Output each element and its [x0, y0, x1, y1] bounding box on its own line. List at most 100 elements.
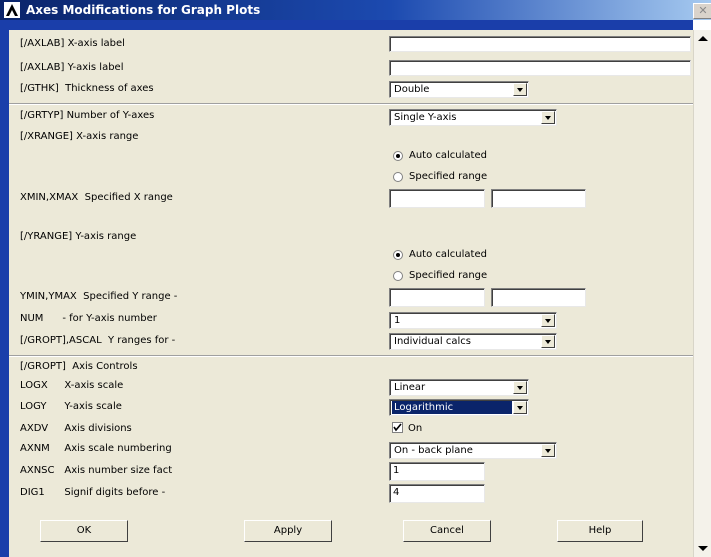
- y-specified-range-label: Specified range: [409, 270, 488, 281]
- y-specified-range-radio[interactable]: [393, 271, 403, 281]
- logy-text: Y-axis scale: [64, 401, 122, 412]
- y-ranges-for-dropdown[interactable]: Individual calcs: [389, 333, 557, 350]
- y-auto-calculated-label: Auto calculated: [409, 249, 487, 260]
- axlab-y-code: [/AXLAB]: [20, 62, 65, 73]
- yminmax-label: YMIN,YMAX Specified Y range -: [20, 291, 177, 302]
- yrange-label: [/YRANGE] Y-axis range: [20, 231, 136, 242]
- xmax-input[interactable]: [491, 189, 586, 208]
- gropt-ascal-text: Y ranges for -: [108, 335, 176, 346]
- checkmark-icon: [393, 423, 402, 432]
- xminmax-code: XMIN,XMAX: [20, 192, 79, 203]
- window-frame-top: [9, 20, 693, 30]
- grtyp-label: [/GRTYP] Number of Y-axes: [20, 110, 154, 121]
- chevron-down-icon[interactable]: [541, 444, 555, 457]
- yrange-text: Y-axis range: [75, 231, 137, 242]
- gthk-code: [/GTHK]: [20, 83, 59, 94]
- gropt-ascal-label: [/GROPT],ASCAL Y ranges for -: [20, 335, 175, 346]
- chevron-down-icon[interactable]: [541, 111, 555, 124]
- thickness-value: Double: [394, 84, 430, 95]
- close-icon[interactable]: ✕: [693, 3, 711, 19]
- grtyp-text: Number of Y-axes: [66, 110, 155, 121]
- dig1-code: DIG1: [20, 487, 45, 498]
- xminmax-label: XMIN,XMAX Specified X range: [20, 192, 173, 203]
- gthk-label: [/GTHK] Thickness of axes: [20, 83, 154, 94]
- grtyp-code: [/GRTYP]: [20, 110, 64, 121]
- num-label: NUM - for Y-axis number: [20, 313, 157, 324]
- window-frame-left: [0, 20, 9, 557]
- xrange-text: X-axis range: [76, 131, 139, 142]
- axis-divisions-on-label: On: [408, 423, 423, 434]
- yrange-code: [/YRANGE]: [20, 231, 73, 242]
- num-code: NUM: [20, 313, 44, 324]
- axnsc-code: AXNSC: [20, 465, 55, 476]
- y-ranges-for-value: Individual calcs: [394, 336, 471, 347]
- gropt-axis-controls-header: [/GROPT] Axis Controls: [20, 361, 138, 372]
- chevron-down-icon[interactable]: [541, 335, 555, 348]
- axnm-label: AXNM Axis scale numbering: [20, 443, 172, 454]
- help-button[interactable]: Help: [557, 520, 643, 542]
- logx-code: LOGX: [20, 380, 48, 391]
- window-title: Axes Modifications for Graph Plots: [26, 3, 261, 17]
- axlab-y-label: [/AXLAB] Y-axis label: [20, 62, 124, 73]
- y-axis-scale-value: Logarithmic: [392, 401, 512, 414]
- y-axis-number-dropdown[interactable]: 1: [389, 312, 557, 329]
- gropt-header-text: Axis Controls: [72, 361, 138, 372]
- y-axis-label-input[interactable]: [389, 60, 691, 76]
- axnm-code: AXNM: [20, 443, 50, 454]
- y-axis-scale-dropdown[interactable]: Logarithmic: [389, 399, 529, 416]
- cancel-button[interactable]: Cancel: [403, 520, 491, 542]
- axis-number-size-input[interactable]: 1: [389, 462, 485, 481]
- chevron-down-icon[interactable]: [541, 314, 555, 327]
- number-of-y-axes-dropdown[interactable]: Single Y-axis: [389, 109, 557, 126]
- separator: [9, 355, 693, 357]
- ymax-input[interactable]: [491, 288, 586, 307]
- gropt-ascal-code: [/GROPT],ASCAL: [20, 335, 102, 346]
- axnsc-label: AXNSC Axis number size fact: [20, 465, 172, 476]
- axlab-x-text: X-axis label: [67, 38, 125, 49]
- xrange-label: [/XRANGE] X-axis range: [20, 131, 138, 142]
- xminmax-text: Specified X range: [84, 192, 173, 203]
- ok-button[interactable]: OK: [40, 520, 128, 542]
- logy-code: LOGY: [20, 401, 47, 412]
- signif-digits-input[interactable]: 4: [389, 484, 485, 503]
- x-auto-calculated-label: Auto calculated: [409, 150, 487, 161]
- ansys-logo-icon: [4, 2, 20, 18]
- axnsc-text: Axis number size fact: [64, 465, 173, 476]
- x-auto-calculated-radio[interactable]: [393, 151, 403, 161]
- axlab-x-code: [/AXLAB]: [20, 38, 65, 49]
- y-auto-calculated-radio[interactable]: [393, 250, 403, 260]
- chevron-down-icon[interactable]: [513, 401, 527, 414]
- number-of-y-axes-value: Single Y-axis: [394, 112, 457, 123]
- xmin-input[interactable]: [389, 189, 485, 208]
- logx-label: LOGX X-axis scale: [20, 380, 123, 391]
- logy-label: LOGY Y-axis scale: [20, 401, 122, 412]
- axlab-x-label: [/AXLAB] X-axis label: [20, 38, 125, 49]
- axis-divisions-checkbox[interactable]: [392, 422, 403, 433]
- chevron-down-icon[interactable]: [513, 381, 527, 394]
- gthk-text: Thickness of axes: [65, 83, 154, 94]
- x-axis-scale-value: Linear: [394, 382, 426, 393]
- logx-text: X-axis scale: [64, 380, 124, 391]
- yminmax-code: YMIN,YMAX: [20, 291, 77, 302]
- vertical-scrollbar[interactable]: [693, 30, 711, 557]
- thickness-dropdown[interactable]: Double: [389, 81, 529, 98]
- axdv-label: AXDV Axis divisions: [20, 423, 132, 434]
- apply-button[interactable]: Apply: [244, 520, 332, 542]
- x-axis-label-input[interactable]: [389, 36, 691, 52]
- x-axis-scale-dropdown[interactable]: Linear: [389, 379, 529, 396]
- axlab-y-text: Y-axis label: [67, 62, 124, 73]
- axis-scale-numbering-value: On - back plane: [394, 445, 473, 456]
- y-axis-number-value: 1: [394, 315, 401, 326]
- chevron-down-icon[interactable]: [513, 83, 527, 96]
- ymin-input[interactable]: [389, 288, 485, 307]
- separator: [9, 103, 693, 105]
- axis-scale-numbering-dropdown[interactable]: On - back plane: [389, 442, 557, 459]
- x-specified-range-radio[interactable]: [393, 172, 403, 182]
- dig1-text: Signif digits before -: [64, 487, 166, 498]
- title-bar[interactable]: Axes Modifications for Graph Plots ✕: [0, 0, 711, 20]
- axdv-text: Axis divisions: [64, 423, 132, 434]
- scroll-down-icon[interactable]: [698, 546, 708, 551]
- scroll-up-icon[interactable]: [698, 36, 708, 41]
- xrange-code: [/XRANGE]: [20, 131, 73, 142]
- axdv-code: AXDV: [20, 423, 49, 434]
